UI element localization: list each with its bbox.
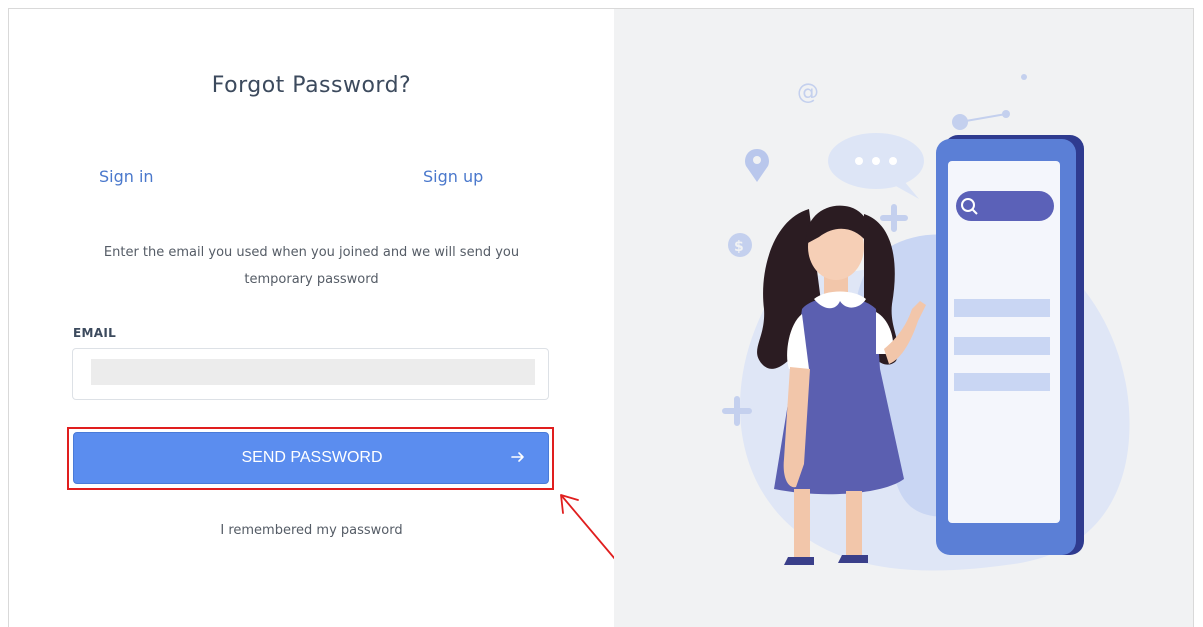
phone-illustration [936,135,1084,555]
svg-text:@: @ [797,80,819,105]
page-title: Forgot Password? [211,73,412,98]
chat-bubble-icon [828,133,924,199]
annotation-highlight-box [67,427,554,490]
plus-icon [880,204,908,232]
forgot-password-panel: Forgot Password? Sign in Sign up Enter t… [9,9,616,627]
illustration-panel: @ $ [614,9,1193,627]
connection-dots-icon [952,110,1010,130]
dollar-icon: $ [728,233,752,257]
instructions-text: Enter the email you used when you joined… [103,245,520,287]
remembered-password-link[interactable]: I remembered my password [9,523,614,538]
annotation-arrow-icon [560,494,616,560]
email-field [72,348,549,400]
email-label: EMAIL [73,326,117,340]
woman-with-phone-illustration: @ $ [722,74,1130,571]
svg-text:$: $ [734,239,744,255]
page-frame: Forgot Password? Sign in Sign up Enter t… [8,8,1194,627]
at-sign-icon: @ [797,80,819,105]
tab-sign-up[interactable]: Sign up [423,167,483,186]
email-input[interactable] [91,359,535,385]
location-pin-icon [745,149,769,182]
tab-sign-in[interactable]: Sign in [99,167,154,186]
